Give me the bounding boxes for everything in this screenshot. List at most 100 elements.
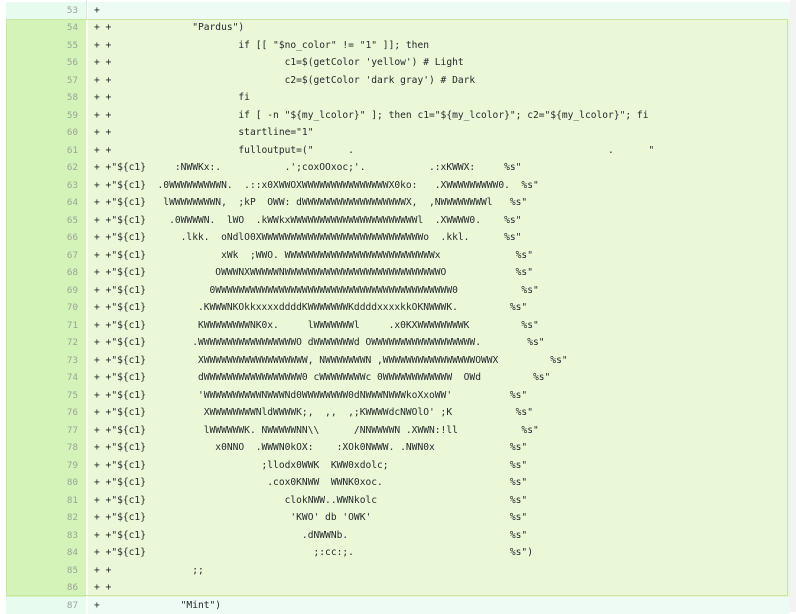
- line-code: + + c2=$(getColor 'dark gray') # Dark: [88, 72, 790, 90]
- line-code: + +"${c1} .WWWWWWWWWWWWWWWWWO dWWWWWWWd …: [88, 334, 790, 352]
- diff-line: 84+ +"${c1} ;:cc:;. %s"): [0, 544, 790, 562]
- diff-line: 71+ +"${c1} KWWWWWWWWNK0x. lWWWWWWWl .x0…: [0, 317, 790, 335]
- line-number[interactable]: 59: [6, 107, 86, 125]
- line-number[interactable]: 68: [6, 264, 86, 282]
- diff-line: 85+ + ;;: [0, 562, 790, 580]
- line-number[interactable]: 69: [6, 282, 86, 300]
- diff-line: 53+: [0, 2, 790, 20]
- diff-line: 55+ + if [[ "$no_color" != "1" ]]; then: [0, 37, 790, 55]
- line-code: + + "Pardus"): [88, 19, 790, 37]
- line-number[interactable]: 65: [6, 212, 86, 230]
- line-code: + +"${c1} ;llodx0WWK KWW0xdolc; %s": [88, 457, 790, 475]
- line-code: + +"${c1} ;:cc:;. %s"): [88, 544, 790, 562]
- diff-line: 65+ +"${c1} .0WWWWN. lWO .kWWkxWWWWWWWWW…: [0, 212, 790, 230]
- diff-line: 59+ + if [ -n "${my_lcolor}" ]; then c1=…: [0, 107, 790, 125]
- line-number[interactable]: 56: [6, 54, 86, 72]
- line-code: + +"${c1} lWWWWWWK. NWWWWWNN\\ /NNWWWWN …: [88, 422, 790, 440]
- diff-line: 72+ +"${c1} .WWWWWWWWWWWWWWWWWO dWWWWWWW…: [0, 334, 790, 352]
- line-code: + +"${c1} .0WWWWN. lWO .kWWkxWWWWWWWWWWW…: [88, 212, 790, 230]
- line-code: + +: [88, 579, 790, 597]
- line-number[interactable]: 63: [6, 177, 86, 195]
- line-code: + + if [ -n "${my_lcolor}" ]; then c1="$…: [88, 107, 790, 125]
- line-code: + + if [[ "$no_color" != "1" ]]; then: [88, 37, 790, 55]
- line-code: + + fulloutput=(" . . ": [88, 142, 790, 160]
- line-code: + + fi: [88, 89, 790, 107]
- line-code: + +"${c1} .0WWWWWWWWWN. .::x0XWWOXWWWWWW…: [88, 177, 790, 195]
- line-number[interactable]: 54: [6, 19, 86, 37]
- diff-line: 61+ + fulloutput=(" . . ": [0, 142, 790, 160]
- line-number[interactable]: 58: [6, 89, 86, 107]
- diff-line: 58+ + fi: [0, 89, 790, 107]
- diff-line: 63+ +"${c1} .0WWWWWWWWWN. .::x0XWWOXWWWW…: [0, 177, 790, 195]
- diff-line: 73+ +"${c1} XWWWWWWWWWWWWWWWWWW, NWWWWWW…: [0, 352, 790, 370]
- line-number[interactable]: 71: [6, 317, 86, 335]
- line-number[interactable]: 72: [6, 334, 86, 352]
- diff-line: 64+ +"${c1} lWWWWWWWWN, ;kP OWW: dWWWWWW…: [0, 194, 790, 212]
- line-code: +: [88, 2, 790, 20]
- diff-line: 69+ +"${c1} 0WWWWWWWWWWWWWWWWWWWWWWWWWWW…: [0, 282, 790, 300]
- scrollbar[interactable]: [790, 0, 796, 612]
- line-code: + +"${c1} 0WWWWWWWWWWWWWWWWWWWWWWWWWWWWW…: [88, 282, 790, 300]
- line-code: + "Mint"): [88, 597, 790, 614]
- diff-line: 74+ +"${c1} dWWWWWWWWWWWWWWWWW0 cWWWWWWW…: [0, 369, 790, 387]
- line-number[interactable]: 60: [6, 124, 86, 142]
- diff-line: 56+ + c1=$(getColor 'yellow') # Light: [0, 54, 790, 72]
- diff-line: 57+ + c2=$(getColor 'dark gray') # Dark: [0, 72, 790, 90]
- diff-line: 82+ +"${c1} 'KWO' db 'OWK' %s": [0, 509, 790, 527]
- line-number[interactable]: 82: [6, 509, 86, 527]
- diff-line: 80+ +"${c1} .cox0KNWW WWNK0xoc. %s": [0, 474, 790, 492]
- line-code: + +"${c1} OWWWNXWWWWWNWWWWWWWWWWWWWWWWWW…: [88, 264, 790, 282]
- line-number[interactable]: 57: [6, 72, 86, 90]
- line-code: + +"${c1} .cox0KNWW WWNK0xoc. %s": [88, 474, 790, 492]
- line-number[interactable]: 62: [6, 159, 86, 177]
- line-number[interactable]: 83: [6, 527, 86, 545]
- diff-line: 68+ +"${c1} OWWWNXWWWWWNWWWWWWWWWWWWWWWW…: [0, 264, 790, 282]
- line-code: + +"${c1} XWWWWWWWWNldWWWWK;, ,, ,;KWWWW…: [88, 404, 790, 422]
- line-code: + +"${c1} xWk ;WWO. WWWWWWWWWWWWWWWWWWWW…: [88, 247, 790, 265]
- line-code: + +"${c1} x0NNO .WWWN0kOX: :XOk0NWWW. .N…: [88, 439, 790, 457]
- diff-line: 76+ +"${c1} XWWWWWWWWNldWWWWK;, ,, ,;KWW…: [0, 404, 790, 422]
- line-code: + +"${c1} 'KWO' db 'OWK' %s": [88, 509, 790, 527]
- diff-line: 87+ "Mint"): [0, 597, 790, 614]
- line-code: + +"${c1} .lkk. oNdlO0XWWWWWWWWWWWWWWWWW…: [88, 229, 790, 247]
- line-number[interactable]: 73: [6, 352, 86, 370]
- line-number[interactable]: 53: [6, 2, 86, 20]
- line-code: + +"${c1} clokNWW..WWNkolc %s": [88, 492, 790, 510]
- line-number[interactable]: 81: [6, 492, 86, 510]
- diff-line: 75+ +"${c1} 'WWWWWWWWWWNWWWNd0WWWWWWWW0d…: [0, 387, 790, 405]
- line-number[interactable]: 74: [6, 369, 86, 387]
- line-code: + + c1=$(getColor 'yellow') # Light: [88, 54, 790, 72]
- line-number[interactable]: 64: [6, 194, 86, 212]
- line-number[interactable]: 79: [6, 457, 86, 475]
- line-number[interactable]: 78: [6, 439, 86, 457]
- line-code: + +"${c1} KWWWWWWWWNK0x. lWWWWWWWl .x0KX…: [88, 317, 790, 335]
- line-code: + +"${c1} lWWWWWWWWN, ;kP OWW: dWWWWWWWW…: [88, 194, 790, 212]
- line-number[interactable]: 76: [6, 404, 86, 422]
- line-code: + +"${c1} :NWWKx:. .';coxOOxoc;'. .:xKWW…: [88, 159, 790, 177]
- line-number[interactable]: 80: [6, 474, 86, 492]
- line-number[interactable]: 61: [6, 142, 86, 160]
- line-number[interactable]: 87: [6, 597, 86, 614]
- diff-line: 81+ +"${c1} clokNWW..WWNkolc %s": [0, 492, 790, 510]
- diff-line: 79+ +"${c1} ;llodx0WWK KWW0xdolc; %s": [0, 457, 790, 475]
- line-number[interactable]: 55: [6, 37, 86, 55]
- line-code: + + ;;: [88, 562, 790, 580]
- line-number[interactable]: 85: [6, 562, 86, 580]
- diff-line: 78+ +"${c1} x0NNO .WWWN0kOX: :XOk0NWWW. …: [0, 439, 790, 457]
- line-code: + + startline="1": [88, 124, 790, 142]
- line-number[interactable]: 66: [6, 229, 86, 247]
- line-code: + +"${c1} .dNWWNb. %s": [88, 527, 790, 545]
- line-number[interactable]: 75: [6, 387, 86, 405]
- line-number[interactable]: 77: [6, 422, 86, 440]
- diff-line: 67+ +"${c1} xWk ;WWO. WWWWWWWWWWWWWWWWWW…: [0, 247, 790, 265]
- diff-line: 86+ +: [0, 579, 790, 597]
- line-number[interactable]: 84: [6, 544, 86, 562]
- line-number[interactable]: 70: [6, 299, 86, 317]
- diff-line: 54+ + "Pardus"): [0, 19, 790, 37]
- diff-line: 83+ +"${c1} .dNWWNb. %s": [0, 527, 790, 545]
- diff-line: 66+ +"${c1} .lkk. oNdlO0XWWWWWWWWWWWWWWW…: [0, 229, 790, 247]
- line-number[interactable]: 86: [6, 579, 86, 597]
- line-code: + +"${c1} dWWWWWWWWWWWWWWWWW0 cWWWWWWWWc…: [88, 369, 790, 387]
- line-number[interactable]: 67: [6, 247, 86, 265]
- line-code: + +"${c1} XWWWWWWWWWWWWWWWWWW, NWWWWWWWN…: [88, 352, 790, 370]
